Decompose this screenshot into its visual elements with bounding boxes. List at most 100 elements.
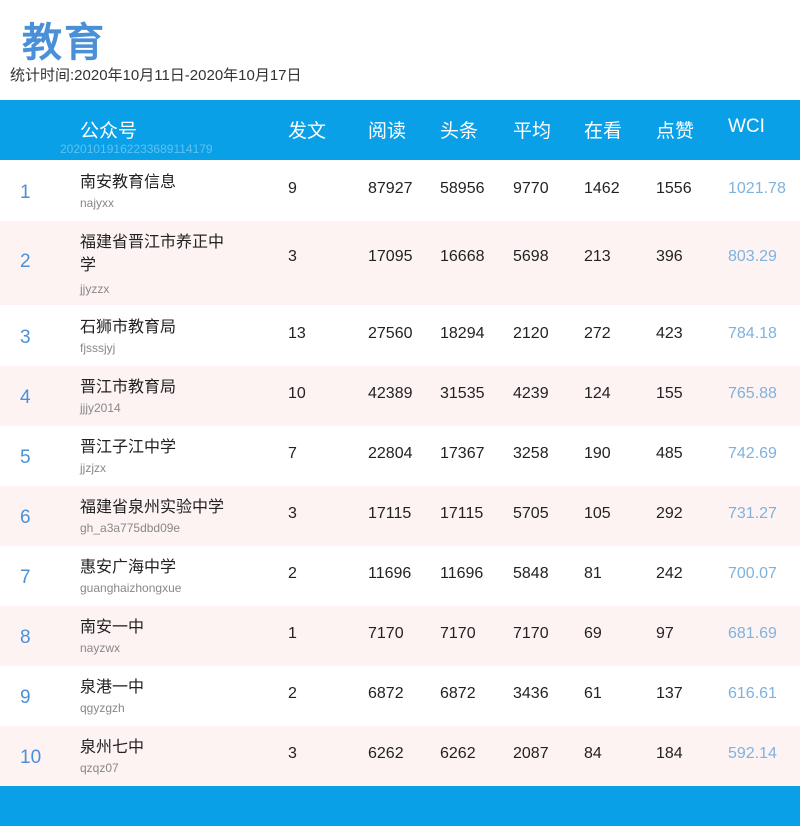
- account-name: 泉港一中: [80, 679, 145, 696]
- watching-value: 272: [584, 325, 611, 342]
- posts-value: 3: [288, 505, 297, 522]
- reads-value: 6262: [368, 745, 404, 762]
- account-name: 福建省晋江市养正中学: [80, 234, 225, 274]
- likes-value: 155: [656, 385, 683, 402]
- col-likes: 点赞: [656, 121, 695, 142]
- posts-value: 13: [288, 325, 306, 342]
- ranking-table: 1 南安教育信息 najyxx 9 87927 58956 9770 1462 …: [0, 160, 800, 786]
- footer-bar: [0, 786, 800, 826]
- posts-value: 3: [288, 745, 297, 762]
- rank-number: 5: [20, 447, 31, 468]
- wci-value: 592.14: [728, 745, 777, 762]
- wci-value: 742.69: [728, 445, 777, 462]
- account-id: qgyzgzh: [80, 701, 125, 715]
- headline-value: 6872: [440, 685, 476, 702]
- account-name: 石狮市教育局: [80, 319, 177, 336]
- reads-value: 17095: [368, 248, 413, 265]
- account-id: jjzjzx: [80, 461, 106, 475]
- table-row: 4 晋江市教育局 jjjy2014 10 42389 31535 4239 12…: [0, 366, 800, 426]
- headline-value: 6262: [440, 745, 476, 762]
- rank-number: 1: [20, 182, 31, 203]
- account-id: gh_a3a775dbd09e: [80, 521, 181, 535]
- watching-value: 84: [584, 745, 602, 762]
- reads-value: 22804: [368, 445, 413, 462]
- account-id: fjsssjyj: [80, 341, 116, 355]
- headline-value: 11696: [440, 565, 484, 582]
- wci-value: 765.88: [728, 385, 777, 402]
- avg-value: 7170: [513, 625, 549, 642]
- wci-value: 731.27: [728, 505, 777, 522]
- account-name: 南安一中: [80, 619, 145, 636]
- reads-value: 11696: [368, 565, 412, 582]
- account-name: 惠安广海中学: [80, 559, 177, 576]
- likes-value: 423: [656, 325, 683, 342]
- reads-value: 6872: [368, 685, 404, 702]
- account-name: 福建省泉州实验中学: [80, 499, 225, 516]
- likes-value: 396: [656, 248, 683, 265]
- avg-value: 5705: [513, 505, 549, 522]
- watching-value: 1462: [584, 180, 620, 197]
- rank-number: 6: [20, 507, 31, 528]
- table-row: 9 泉港一中 qgyzgzh 2 6872 6872 3436 61 137 6…: [0, 666, 800, 726]
- likes-value: 292: [656, 505, 683, 522]
- posts-value: 1: [288, 625, 297, 642]
- table-header: 公众号 20201019162233689114179 发文 阅读 头条 平均 …: [0, 100, 800, 160]
- account-id: najyxx: [80, 196, 115, 210]
- watching-value: 124: [584, 385, 611, 402]
- avg-value: 5848: [513, 565, 549, 582]
- likes-value: 1556: [656, 180, 692, 197]
- likes-value: 184: [656, 745, 683, 762]
- col-reads: 阅读: [368, 121, 407, 142]
- avg-value: 3258: [513, 445, 549, 462]
- posts-value: 7: [288, 445, 297, 462]
- table-row: 2 福建省晋江市养正中学 jjyzzx 3 17095 16668 5698 2…: [0, 221, 800, 305]
- headline-value: 58956: [440, 180, 485, 197]
- watching-value: 213: [584, 248, 611, 265]
- reads-value: 87927: [368, 180, 413, 197]
- table-row: 8 南安一中 nayzwx 1 7170 7170 7170 69 97 681…: [0, 606, 800, 666]
- table-row: 3 石狮市教育局 fjsssjyj 13 27560 18294 2120 27…: [0, 305, 800, 366]
- rank-number: 3: [20, 327, 31, 348]
- page-title: 教育: [22, 21, 106, 65]
- posts-value: 3: [288, 248, 297, 265]
- account-name: 南安教育信息: [80, 174, 177, 191]
- wci-value: 700.07: [728, 565, 777, 582]
- wci-value: 616.61: [728, 685, 777, 702]
- account-id: jjyzzx: [80, 282, 110, 296]
- headline-value: 7170: [440, 625, 476, 642]
- wci-value: 803.29: [728, 248, 777, 265]
- watching-value: 81: [584, 565, 602, 582]
- reads-value: 42389: [368, 385, 413, 402]
- headline-value: 16668: [440, 248, 485, 265]
- headline-value: 31535: [440, 385, 485, 402]
- account-id: jjjy2014: [80, 401, 121, 415]
- statistics-period: 统计时间:2020年10月11日-2020年10月17日: [10, 67, 302, 84]
- likes-value: 137: [656, 685, 683, 702]
- watching-value: 105: [584, 505, 611, 522]
- reads-value: 17115: [368, 505, 412, 522]
- table-row: 1 南安教育信息 najyxx 9 87927 58956 9770 1462 …: [0, 160, 800, 221]
- likes-value: 485: [656, 445, 683, 462]
- avg-value: 2120: [513, 325, 549, 342]
- avg-value: 5698: [513, 248, 549, 265]
- col-headline: 头条: [440, 121, 479, 142]
- col-avg: 平均: [513, 121, 552, 142]
- wci-value: 784.18: [728, 325, 777, 342]
- posts-value: 2: [288, 565, 297, 582]
- col-posts: 发文: [288, 121, 327, 142]
- header-code: 20201019162233689114179: [60, 142, 213, 156]
- headline-value: 17115: [440, 505, 484, 522]
- table-row: 5 晋江子江中学 jjzjzx 7 22804 17367 3258 190 4…: [0, 426, 800, 486]
- table-row: 10 泉州七中 qzqz07 3 6262 6262 2087 84 184 5…: [0, 726, 800, 786]
- account-id: nayzwx: [80, 641, 121, 655]
- wci-value: 1021.78: [728, 180, 786, 197]
- rank-number: 2: [20, 251, 31, 272]
- watching-value: 61: [584, 685, 602, 702]
- posts-value: 10: [288, 385, 306, 402]
- likes-value: 97: [656, 625, 674, 642]
- posts-value: 9: [288, 180, 297, 197]
- watching-value: 69: [584, 625, 602, 642]
- headline-value: 18294: [440, 325, 485, 342]
- avg-value: 3436: [513, 685, 549, 702]
- rank-number: 10: [20, 747, 42, 768]
